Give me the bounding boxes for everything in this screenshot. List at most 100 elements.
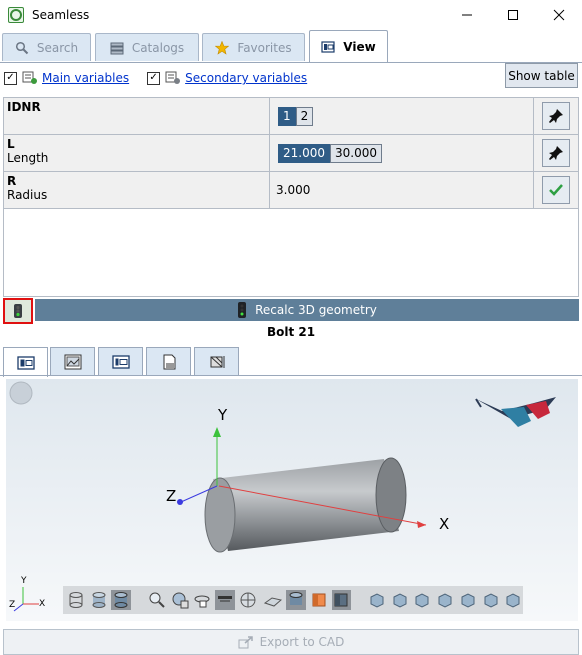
axis-y-label: Y bbox=[218, 406, 228, 424]
tab-catalogs[interactable]: Catalogs bbox=[95, 33, 199, 61]
solid-render-icon[interactable] bbox=[286, 590, 306, 610]
variable-action-cell bbox=[534, 98, 578, 134]
value-chip[interactable]: 30.000 bbox=[330, 143, 382, 163]
3d-viewer[interactable]: Y X Z Y X Z bbox=[6, 379, 578, 621]
variables-row: ✓ Main variables ✓ Secondary variables bbox=[0, 63, 582, 93]
tab-dimension-view[interactable] bbox=[194, 347, 239, 375]
variables-table: IDNR 1 2 L Length 21.000 30.000 R Radius… bbox=[3, 97, 579, 297]
recalc-label: Recalc 3D geometry bbox=[255, 303, 377, 317]
value-chip[interactable]: 21.000 bbox=[278, 143, 330, 163]
z-axis-arrow bbox=[177, 499, 183, 505]
fit-view-icon[interactable] bbox=[170, 590, 190, 610]
minimize-button[interactable] bbox=[444, 0, 490, 30]
shaded-cylinder-icon[interactable] bbox=[89, 590, 109, 610]
secondary-variables-checkbox[interactable]: ✓ bbox=[147, 71, 161, 85]
section-icon[interactable] bbox=[215, 590, 235, 610]
secondary-variables-link[interactable]: Secondary variables bbox=[185, 71, 307, 85]
export-icon bbox=[238, 636, 253, 649]
confirm-button[interactable] bbox=[542, 176, 570, 204]
view-cube-1-icon[interactable] bbox=[367, 590, 387, 610]
variable-name-cell: L Length bbox=[4, 135, 270, 171]
tab-favorites[interactable]: Favorites bbox=[202, 33, 305, 61]
tab-table-view[interactable] bbox=[98, 347, 143, 375]
main-variables-checkbox[interactable]: ✓ bbox=[4, 71, 17, 85]
value-chip[interactable]: 2 bbox=[295, 106, 314, 126]
variable-name-cell: R Radius bbox=[4, 172, 270, 208]
color-render-icon[interactable] bbox=[309, 590, 329, 610]
table-row: IDNR 1 2 bbox=[4, 98, 578, 135]
main-variables-link[interactable]: Main variables bbox=[42, 71, 129, 85]
variable-name: IDNR bbox=[7, 100, 41, 114]
pin-button[interactable] bbox=[542, 139, 570, 167]
pin-button[interactable] bbox=[542, 102, 570, 130]
view-tabs-divider bbox=[0, 375, 582, 376]
view-cube-4-icon[interactable] bbox=[435, 590, 455, 610]
recalc-3d-button[interactable]: Recalc 3D geometry bbox=[35, 299, 579, 321]
viewer-compass-icon[interactable] bbox=[9, 381, 33, 405]
corner-axes bbox=[13, 587, 39, 612]
tab-search-label: Search bbox=[36, 40, 79, 55]
pin-icon bbox=[549, 109, 563, 123]
tab-3d-view[interactable] bbox=[3, 347, 48, 377]
mesh-icon[interactable] bbox=[238, 590, 258, 610]
dark-render-icon[interactable] bbox=[331, 590, 352, 610]
variable-description: Radius bbox=[7, 188, 48, 202]
export-to-cad-button[interactable]: Export to CAD bbox=[3, 629, 579, 655]
variable-values: 21.000 30.000 bbox=[270, 135, 534, 171]
3d-scene bbox=[9, 381, 556, 612]
catalogs-icon bbox=[110, 42, 124, 54]
wireframe-cylinder-icon[interactable] bbox=[66, 590, 86, 610]
variable-name: L bbox=[7, 137, 15, 151]
variable-values: 1 2 bbox=[270, 98, 534, 134]
secondary-variables-icon bbox=[165, 71, 181, 84]
grid-plane-icon[interactable] bbox=[264, 590, 284, 610]
main-variables-icon bbox=[22, 71, 37, 84]
tab-favorites-label: Favorites bbox=[237, 40, 292, 55]
tab-view-label: View bbox=[343, 40, 376, 54]
solid-cylinder-icon[interactable] bbox=[111, 590, 132, 610]
close-button[interactable] bbox=[536, 0, 582, 30]
pin-icon bbox=[549, 146, 563, 160]
close-icon bbox=[553, 9, 565, 21]
view-print-icon bbox=[163, 354, 175, 369]
corner-axis-z-label: Z bbox=[9, 600, 16, 610]
view-dimension-icon bbox=[210, 355, 224, 368]
variable-name: R bbox=[7, 174, 17, 188]
y-axis-arrow bbox=[213, 427, 221, 437]
tab-print-view[interactable] bbox=[146, 347, 191, 375]
star-icon bbox=[215, 40, 230, 55]
app-logo-icon bbox=[8, 7, 24, 23]
corner-axis-y-label: Y bbox=[21, 576, 27, 586]
traffic-light-button[interactable] bbox=[3, 298, 33, 324]
axis-x-label: X bbox=[439, 515, 450, 533]
variable-name-cell: IDNR bbox=[4, 98, 270, 134]
view-3d-icon bbox=[16, 355, 35, 370]
viewer-toolbar bbox=[63, 586, 523, 614]
view-cube-3-icon[interactable] bbox=[413, 590, 433, 610]
value-text[interactable]: 3.000 bbox=[276, 183, 310, 197]
checkmark-icon bbox=[549, 184, 563, 196]
show-table-button[interactable]: Show table bbox=[505, 63, 578, 88]
view-cube-2-icon[interactable] bbox=[390, 590, 410, 610]
tab-image-view[interactable] bbox=[50, 347, 95, 375]
tab-search[interactable]: Search bbox=[2, 33, 91, 61]
variable-action-cell bbox=[534, 135, 578, 171]
table-row: R Radius 3.000 bbox=[4, 172, 578, 209]
maximize-button[interactable] bbox=[490, 0, 536, 30]
rotate-icon[interactable] bbox=[192, 590, 212, 610]
zoom-icon[interactable] bbox=[147, 590, 167, 610]
x-axis-arrow bbox=[417, 521, 426, 528]
export-label: Export to CAD bbox=[259, 635, 345, 649]
tab-view[interactable]: View bbox=[309, 30, 388, 63]
traffic-light-icon bbox=[14, 304, 22, 318]
value-chip[interactable]: 1 bbox=[278, 106, 296, 126]
view-image-icon bbox=[64, 354, 81, 369]
view-icon bbox=[321, 41, 335, 53]
table-row: L Length 21.000 30.000 bbox=[4, 135, 578, 172]
variable-action-cell bbox=[534, 172, 578, 208]
view-cube-6-icon[interactable] bbox=[481, 590, 501, 610]
view-cube-5-icon[interactable] bbox=[458, 590, 478, 610]
view-cube-7-icon[interactable] bbox=[503, 590, 523, 610]
stereo-glasses-icon[interactable] bbox=[475, 397, 556, 427]
part-title: Bolt 21 bbox=[266, 325, 316, 339]
